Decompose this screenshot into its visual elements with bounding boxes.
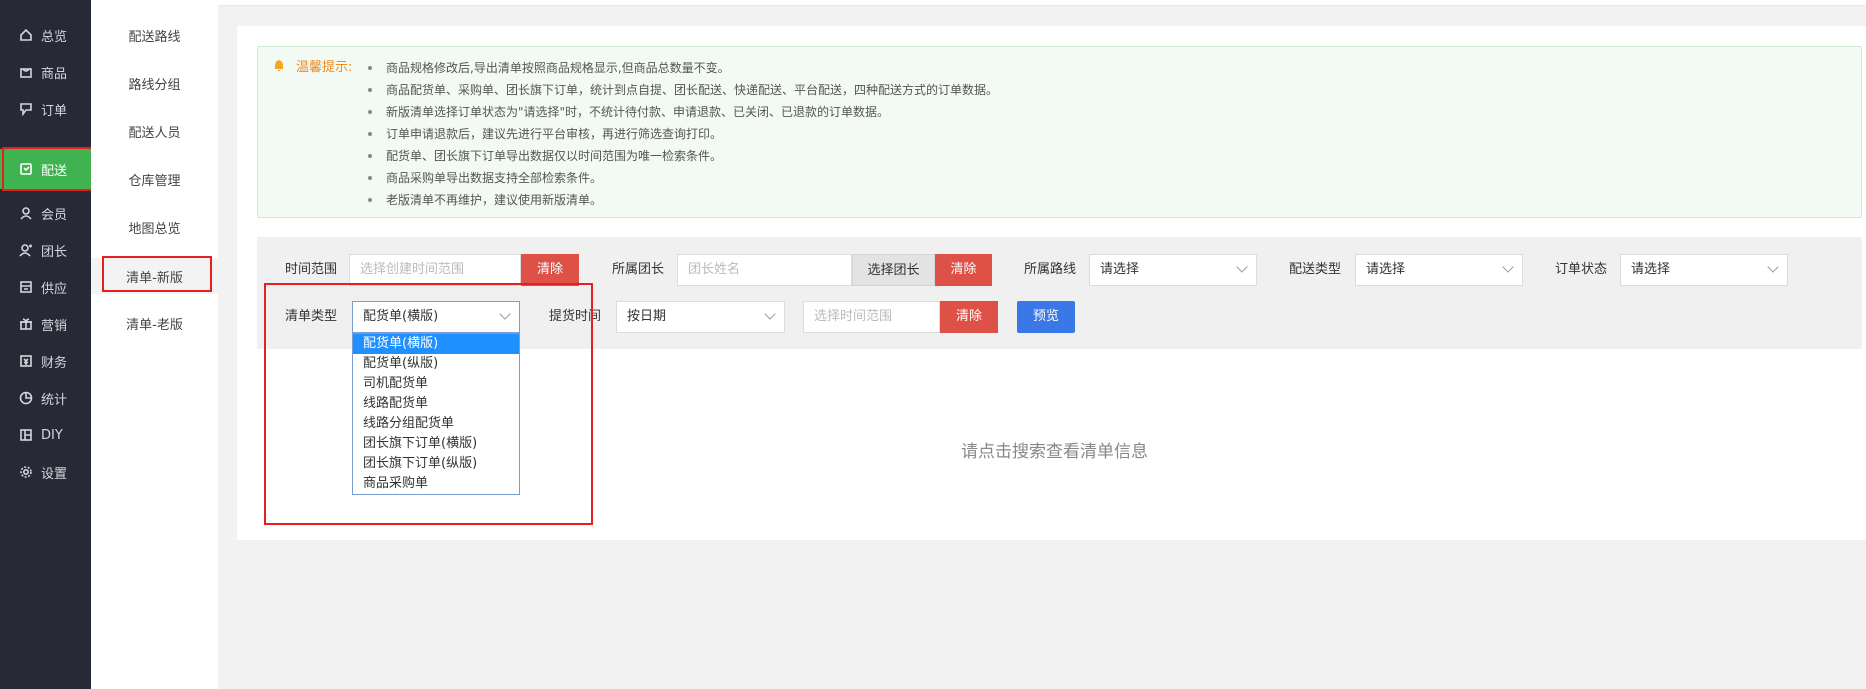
time-range-clear-button[interactable]: 清除	[521, 254, 579, 286]
tip-item: 商品规格修改后,导出清单按照商品规格显示,但商品总数量不变。	[368, 57, 998, 79]
sub-item-map-overview[interactable]: 地图总览	[91, 209, 218, 245]
tips-title: 温馨提示:	[296, 60, 353, 75]
tips-box: 温馨提示: 商品规格修改后,导出清单按照商品规格显示,但商品总数量不变。 商品配…	[257, 46, 1862, 218]
tips-header: 温馨提示:	[272, 56, 352, 75]
bell-icon	[275, 59, 283, 71]
list-type-option[interactable]: 配货单(横版)	[353, 334, 519, 354]
nav-item-label: 会员	[41, 207, 68, 223]
tip-item: 商品配货单、采购单、团长旗下订单，统计到点自提、团长配送、快递配送、平台配送，四…	[368, 79, 998, 101]
delivery-type-label: 配送类型	[1289, 262, 1342, 277]
list-type-option[interactable]: 团长旗下订单(纵版)	[353, 454, 519, 474]
leader-clear-button[interactable]: 清除	[935, 254, 992, 286]
nav-item-delivery[interactable]: 配送	[0, 149, 91, 189]
sub-item-route-groups[interactable]: 路线分组	[91, 65, 218, 101]
order-status-select[interactable]: 请选择	[1620, 254, 1788, 286]
choose-leader-button[interactable]: 选择团长	[852, 254, 935, 286]
nav-item-leaders[interactable]: 团长	[0, 230, 91, 270]
finance-icon	[19, 354, 33, 368]
order-status-label: 订单状态	[1555, 262, 1608, 277]
layout-icon	[19, 428, 33, 442]
sub-item-list-new[interactable]: 清单-新版	[91, 258, 218, 294]
nav-item-products[interactable]: 商品	[0, 52, 91, 92]
nav-item-statistics[interactable]: 统计	[0, 378, 91, 418]
list-type-option[interactable]: 团长旗下订单(横版)	[353, 434, 519, 454]
home-icon	[19, 28, 33, 42]
time-range-input[interactable]: 选择创建时间范围	[349, 254, 521, 286]
sub-menu: 配送路线 路线分组 配送人员 仓库管理 地图总览 清单-新版 清单-老版	[91, 0, 218, 689]
list-type-option[interactable]: 线路分组配货单	[353, 414, 519, 434]
nav-item-marketing[interactable]: 营销	[0, 304, 91, 344]
route-label: 所属路线	[1024, 262, 1077, 277]
nav-item-diy[interactable]: DIY	[0, 415, 91, 455]
list-type-dropdown: 配货单(横版) 配货单(纵版) 司机配货单 线路配货单 线路分组配货单 团长旗下…	[352, 333, 520, 495]
nav-item-label: 供应	[41, 281, 68, 297]
nav-item-settings[interactable]: 设置	[0, 452, 91, 492]
list-type-option[interactable]: 线路配货单	[353, 394, 519, 414]
nav-item-overview[interactable]: 总览	[0, 15, 91, 55]
nav-item-label: 总览	[41, 29, 68, 45]
list-type-option[interactable]: 商品采购单	[353, 474, 519, 494]
sub-item-list-old[interactable]: 清单-老版	[91, 305, 218, 341]
gift-icon	[19, 317, 33, 331]
nav-item-finance[interactable]: 财务	[0, 341, 91, 381]
sub-item-warehouse[interactable]: 仓库管理	[91, 161, 218, 197]
nav-item-label: 统计	[41, 392, 68, 408]
nav-item-label: 团长	[41, 244, 68, 260]
nav-item-orders[interactable]: 订单	[0, 89, 91, 129]
tip-item: 新版清单选择订单状态为"请选择"时，不统计待付款、申请退款、已关闭、已退款的订单…	[368, 101, 998, 123]
time-range-label: 时间范围	[285, 262, 338, 277]
list-type-option[interactable]: 司机配货单	[353, 374, 519, 394]
route-select-value: 请选择	[1100, 262, 1140, 277]
nav-item-label: 营销	[41, 318, 68, 334]
order-icon	[19, 102, 33, 116]
preview-button[interactable]: 预览	[1017, 301, 1075, 333]
nav-item-label: 财务	[41, 355, 68, 371]
tip-item: 老版清单不再维护，建议使用新版清单。	[368, 189, 998, 211]
supply-icon	[19, 280, 33, 294]
pie-chart-icon	[19, 391, 33, 405]
gear-icon	[19, 465, 33, 479]
nav-item-label: DIY	[41, 427, 63, 443]
pickup-range-input[interactable]: 选择时间范围	[803, 301, 940, 333]
leader-icon	[19, 243, 33, 257]
nav-item-supply[interactable]: 供应	[0, 267, 91, 307]
tip-item: 订单申请退款后，建议先进行平台审核，再进行筛选查询打印。	[368, 123, 998, 145]
leader-label: 所属团长	[612, 262, 665, 277]
delivery-type-select[interactable]: 请选择	[1355, 254, 1523, 286]
tips-list: 商品规格修改后,导出清单按照商品规格显示,但商品总数量不变。 商品配货单、采购单…	[368, 57, 998, 211]
tip-item: 商品采购单导出数据支持全部检索条件。	[368, 167, 998, 189]
chevron-down-icon	[499, 308, 511, 320]
order-status-select-value: 请选择	[1631, 262, 1671, 277]
nav-item-label: 订单	[41, 103, 68, 119]
delivery-icon	[19, 162, 33, 176]
shopping-bag-icon	[19, 65, 33, 79]
chevron-down-icon	[764, 308, 776, 320]
sub-item-routes[interactable]: 配送路线	[91, 17, 218, 53]
empty-state-text: 请点击搜索查看清单信息	[961, 442, 1148, 462]
list-type-select-value: 配货单(横版)	[363, 309, 439, 324]
tip-item: 配货单、团长旗下订单导出数据仅以时间范围为唯一检索条件。	[368, 145, 998, 167]
pickup-time-label: 提货时间	[549, 309, 602, 324]
nav-item-label: 配送	[41, 163, 68, 179]
sub-item-delivery-staff[interactable]: 配送人员	[91, 113, 218, 149]
nav-item-members[interactable]: 会员	[0, 193, 91, 233]
pickup-time-select[interactable]: 按日期	[616, 301, 785, 333]
pickup-clear-button[interactable]: 清除	[940, 301, 998, 333]
user-icon	[19, 206, 33, 220]
main-nav: 总览 商品 订单 配送 会员 团长 供应 营销 财务 统计 DIY 设置	[0, 0, 91, 689]
pickup-time-select-value: 按日期	[627, 309, 667, 324]
leader-name-input[interactable]: 团长姓名	[677, 254, 852, 286]
chevron-down-icon	[1502, 261, 1514, 273]
top-bar	[218, 0, 1866, 6]
list-type-option[interactable]: 配货单(纵版)	[353, 354, 519, 374]
route-select[interactable]: 请选择	[1089, 254, 1257, 286]
nav-item-label: 商品	[41, 66, 68, 82]
chevron-down-icon	[1236, 261, 1248, 273]
nav-item-label: 设置	[41, 466, 68, 482]
list-type-select[interactable]: 配货单(横版)	[352, 301, 520, 333]
list-type-label: 清单类型	[285, 309, 338, 324]
chevron-down-icon	[1767, 261, 1779, 273]
delivery-type-select-value: 请选择	[1366, 262, 1406, 277]
